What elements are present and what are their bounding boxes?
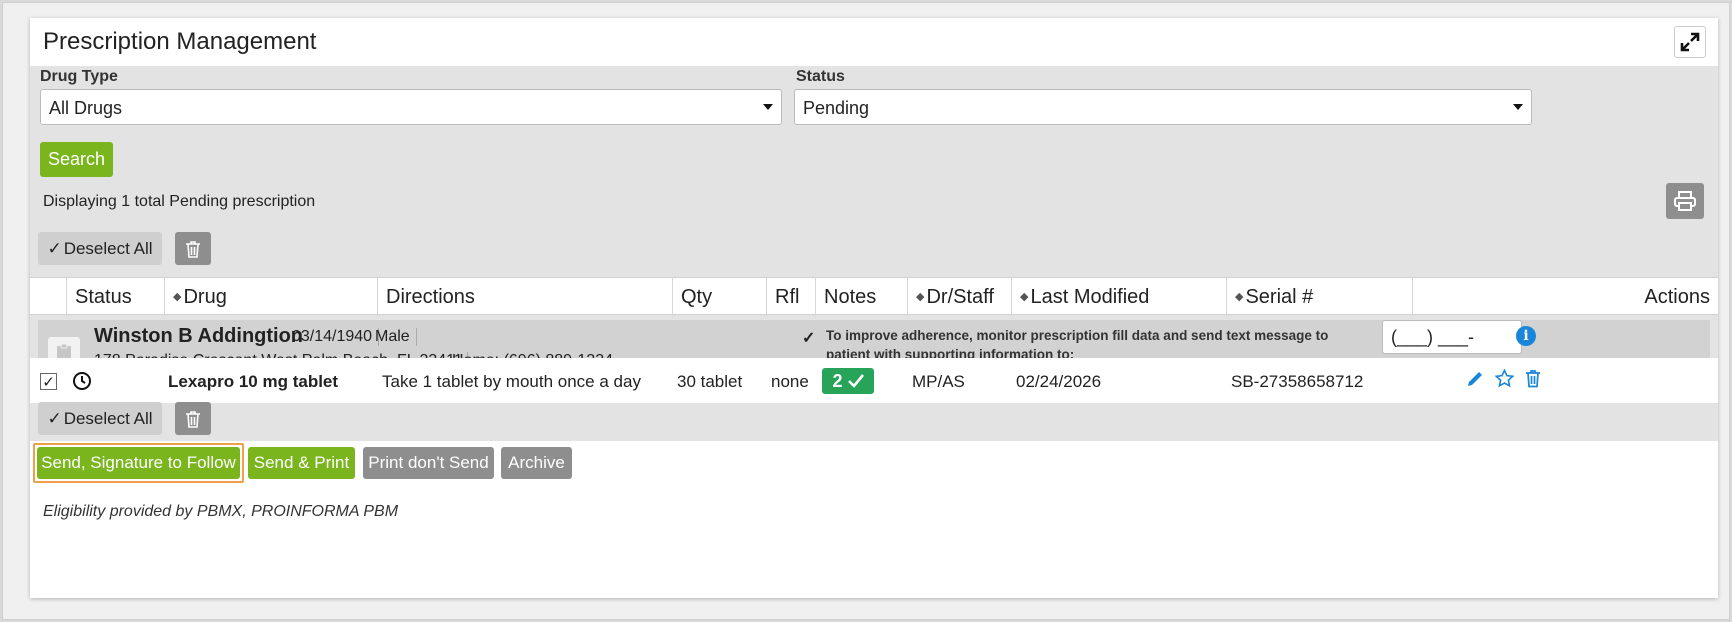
table-header: Status ◆ Drug Directions Qty Rfl Notes ◆ D… [30,277,1718,316]
patient-dob: 03/14/1940 [292,328,380,346]
directions-header-label: Directions [386,286,475,308]
panel-header: Prescription Management [30,18,1718,66]
deselect-all-button-bottom[interactable]: ✓ Deselect All [38,402,162,435]
deselect-all-label: Deselect All [63,408,153,428]
qty-header-label: Qty [681,286,713,308]
notes-header-label: Notes [824,286,877,308]
check-icon: ✓ [47,238,62,258]
sort-icon: ◆ [1020,291,1029,303]
search-button[interactable]: Search [40,142,113,177]
drug-type-value: All Drugs [49,98,123,118]
rfl-cell: none [771,372,809,391]
notes-badge[interactable]: 2 [822,368,874,394]
select-column-header [30,278,66,316]
page-title: Prescription Management [43,28,317,55]
rfl-header-label: Rfl [775,286,800,308]
drug-type-label: Drug Type [40,68,118,85]
edit-icon[interactable] [1466,370,1484,388]
dr-staff-header-label: Dr/Staff [926,286,994,308]
deselect-all-button-top[interactable]: ✓ Deselect All [38,232,162,265]
status-label: Status [796,68,845,85]
chevron-down-icon [1513,104,1523,110]
patient-sex: Male [375,328,417,346]
deselect-all-label: Deselect All [63,238,153,258]
rfl-column-header: Rfl [766,278,815,316]
qty-column-header: Qty [672,278,766,316]
serial-header-label: Serial # [1245,286,1314,308]
sort-icon: ◆ [173,291,182,303]
results-summary: Displaying 1 total Pending prescription [43,193,316,210]
actions-footer: Send, Signature to Follow Send & Print P… [30,441,1718,598]
drug-cell[interactable]: Lexapro 10 mg tablet [168,372,338,392]
status-column-header[interactable]: Status [66,278,164,316]
check-icon [847,374,864,388]
actions-column-header: Actions [1412,278,1718,316]
row-checkbox[interactable]: ✓ [40,373,57,391]
send-signature-to-follow-button[interactable]: Send, Signature to Follow [37,447,240,479]
dr-staff-cell: MP/AS [912,372,965,391]
info-icon[interactable]: i [1516,326,1536,346]
print-button[interactable] [1666,183,1704,219]
patient-name[interactable]: Winston B Addingtion [94,325,303,348]
status-value: Pending [803,98,870,118]
check-icon: ✓ [47,408,62,428]
serial-column-header[interactable]: ◆ Serial # [1226,278,1412,316]
drug-type-select[interactable]: All Drugs [40,89,782,125]
last-modified-header-label: Last Modified [1030,286,1150,308]
trash-icon [186,240,200,258]
sms-phone-input[interactable]: (___) ___-____ [1382,320,1522,368]
notes-column-header: Notes [815,278,907,316]
directions-column-header: Directions [377,278,672,316]
last-modified-column-header[interactable]: ◆ Last Modified [1011,278,1226,316]
trash-icon [186,410,200,428]
sort-icon: ◆ [916,291,925,303]
status-header-label: Status [75,286,132,308]
clock-icon [73,372,91,390]
qty-cell: 30 tablet [677,372,743,391]
printer-icon [1674,191,1696,211]
delete-button-top[interactable] [175,232,211,265]
expand-icon [1680,32,1700,52]
table-row[interactable]: ✓ Lexapro 10 mg tablet Take 1 tablet by … [30,358,1718,403]
eligibility-note: Eligibility provided by PBMX, PROINFORMA… [43,503,399,520]
directions-cell: Take 1 tablet by mouth once a day [382,372,641,391]
dr-staff-column-header[interactable]: ◆ Dr/Staff [907,278,1011,316]
star-icon[interactable] [1495,369,1514,388]
adherence-check-icon[interactable]: ✓ [802,328,815,348]
drug-header-label: Drug [183,286,227,308]
send-and-print-button[interactable]: Send & Print [248,447,355,479]
expand-button[interactable] [1674,26,1706,58]
archive-button[interactable]: Archive [501,447,572,479]
actions-header-label: Actions [1644,286,1710,308]
print-dont-send-button[interactable]: Print don't Send [363,447,494,479]
chevron-down-icon [763,104,773,110]
trash-icon[interactable] [1525,369,1541,388]
serial-cell: SB-27358658712 [1231,372,1364,391]
drug-column-header[interactable]: ◆ Drug [164,278,377,316]
window-frame: Prescription Management Drug Type All Dr… [2,2,1730,620]
last-modified-cell: 02/24/2026 [1016,372,1102,391]
sort-icon: ◆ [1235,291,1244,303]
prescription-panel: Prescription Management Drug Type All Dr… [30,18,1718,598]
notes-count: 2 [832,370,843,391]
status-select[interactable]: Pending [794,89,1532,125]
delete-button-bottom[interactable] [175,402,211,435]
